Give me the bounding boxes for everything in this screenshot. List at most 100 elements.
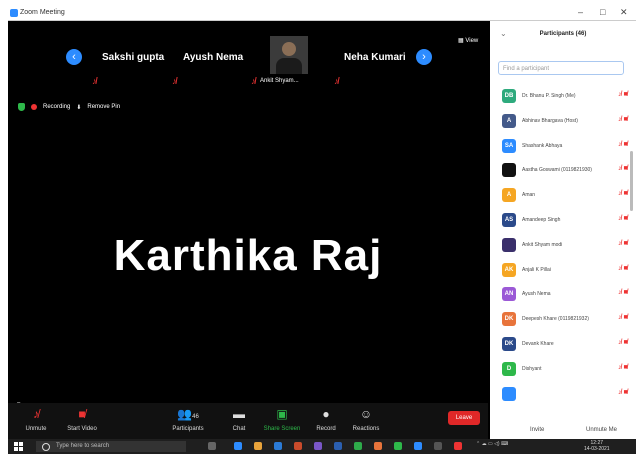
close-button[interactable]: ✕ — [620, 7, 628, 18]
teams-icon[interactable] — [314, 442, 322, 450]
unmute-label: Unmute — [25, 426, 47, 432]
search-participant-input[interactable]: Find a participant — [498, 61, 624, 75]
muted-mic-icon: ♪̸ — [334, 76, 339, 86]
participant-row[interactable]: DB Dr. Bhanu P. Singh (Me) ♪̸ ■̸ — [490, 85, 636, 110]
invite-button[interactable]: Invite — [530, 427, 544, 433]
muted-mic-icon: ♪̸ ■̸ — [618, 314, 628, 322]
chrome-icon[interactable] — [354, 442, 362, 450]
minimize-button[interactable]: – — [578, 7, 583, 17]
app-icon[interactable] — [394, 442, 402, 450]
windows-start-icon[interactable] — [14, 442, 23, 451]
avatar: AN — [502, 287, 516, 302]
panel-title: Participants (46) — [539, 31, 587, 37]
participant-row[interactable]: AN Ayush Nema ♪̸ ■̸ — [490, 283, 636, 308]
remove-pin-button[interactable]: Remove Pin — [87, 104, 120, 110]
participant-row[interactable]: Aastha Goswami (0119821930) ♪̸ ■̸ — [490, 159, 636, 184]
office-icon[interactable] — [294, 442, 302, 450]
participant-name: Ayush Nema — [522, 291, 551, 298]
share-screen-label: Share Screen — [263, 426, 301, 432]
maximize-button[interactable]: □ — [600, 7, 605, 17]
avatar: AS — [502, 212, 516, 227]
muted-mic-icon: ♪̸ ■̸ — [618, 140, 628, 148]
reactions-icon: ☺ — [359, 407, 373, 421]
muted-mic-icon: ♪̸ ■̸ — [618, 190, 628, 198]
task-view-icon[interactable] — [208, 442, 216, 450]
muted-mic-icon: ♪̸ — [172, 76, 177, 86]
file-explorer-icon[interactable] — [254, 442, 262, 450]
word-icon[interactable] — [334, 442, 342, 450]
active-speaker-name: Karthika Raj — [113, 231, 383, 280]
muted-mic-icon: ♪̸ ■̸ — [618, 363, 628, 371]
view-label: View — [465, 38, 479, 44]
recording-label: Recording — [43, 104, 71, 110]
gallery-name-3: Neha Kumari — [344, 52, 406, 63]
participant-row[interactable]: AK Anjali K Pillai ♪̸ ■̸ — [490, 259, 636, 284]
muted-mic-icon: ♪̸ ■̸ — [618, 91, 628, 98]
leave-button[interactable]: Leave — [448, 411, 480, 425]
participant-name: Abhinav Bhargava (Host) — [522, 117, 578, 124]
taskbar-clock[interactable]: 12:27 14-03-2021 — [584, 440, 610, 452]
participant-row[interactable]: Ankit Shyam modi ♪̸ ■̸ — [490, 234, 636, 259]
start-video-label: Start Video — [67, 426, 97, 432]
zoom-app-icon[interactable] — [414, 442, 422, 450]
app-icon[interactable] — [434, 442, 442, 450]
store-icon[interactable] — [274, 442, 282, 450]
record-icon: ● — [322, 407, 330, 421]
participant-name: Dishyant — [522, 365, 542, 372]
avatar: D — [502, 361, 516, 376]
app-icon[interactable] — [454, 442, 462, 450]
participant-row[interactable]: DK Devank Khare ♪̸ ■̸ — [490, 333, 636, 358]
zoom-window: Zoom Meeting – □ ✕ ‹ Sakshi gupta ♪̸ Ayu… — [8, 7, 636, 454]
meeting-toolbar: ♪̸ Unmute ■̸ Start Video 👥46 Participant… — [8, 403, 488, 439]
participant-row[interactable]: ♪̸ ■̸ — [490, 383, 636, 408]
reactions-label: Reactions — [352, 426, 380, 432]
muted-mic-icon: ♪̸ ■̸ — [618, 388, 628, 396]
muted-mic-icon: ♪̸ — [92, 76, 97, 86]
participants-label: Participants — [172, 426, 204, 432]
participant-row[interactable]: A Abhinav Bhargava (Host) ♪̸ ■̸ — [490, 110, 636, 135]
taskbar-search-input[interactable]: Type here to search — [36, 441, 186, 452]
unmute-me-button[interactable]: Unmute Me — [586, 427, 617, 433]
reactions-button[interactable]: ☺ Reactions — [350, 407, 382, 432]
avatar: A — [502, 113, 516, 128]
participant-row[interactable]: AS Amandeep Singh ♪̸ ■̸ — [490, 209, 636, 234]
shield-icon — [18, 103, 25, 111]
avatar: SA — [502, 138, 516, 153]
gallery-name-2: Ayush Nema — [183, 52, 244, 63]
share-screen-icon: ▣ — [276, 407, 288, 421]
avatar — [502, 386, 516, 401]
chat-button[interactable]: ▬ Chat — [228, 407, 250, 432]
start-video-button[interactable]: ■̸ Start Video — [62, 407, 102, 432]
muted-mic-icon: ♪̸ ■̸ — [618, 115, 628, 123]
participant-row[interactable]: SA Shashank Abhaya ♪̸ ■̸ — [490, 135, 636, 160]
participant-name: Amandeep Singh — [522, 216, 561, 223]
system-tray[interactable]: ⌃ ☁ ▭ ◁) ⌨ — [476, 441, 508, 447]
search-icon — [42, 443, 50, 451]
participants-button[interactable]: 👥46 Participants — [168, 407, 208, 432]
next-page-button[interactable]: › — [416, 49, 432, 65]
pin-icon: ⬇ — [76, 104, 82, 111]
edge-icon[interactable] — [234, 442, 242, 450]
participant-row[interactable]: DK Deepesh Khare (0119821932) ♪̸ ■̸ — [490, 308, 636, 333]
avatar: AK — [502, 262, 516, 277]
avatar: A — [502, 188, 516, 203]
zoom-logo-icon — [10, 9, 18, 17]
scrollbar[interactable] — [630, 151, 633, 211]
gallery-name-1: Sakshi gupta — [102, 52, 165, 63]
muted-mic-icon: ♪̸ ■̸ — [618, 338, 628, 346]
participant-name: Devank Khare — [522, 340, 554, 347]
firefox-icon[interactable] — [374, 442, 382, 450]
participant-name: Ankit Shyam modi — [522, 241, 563, 248]
view-button[interactable]: ▦ View — [458, 37, 478, 44]
muted-mic-icon: ♪̸ ■̸ — [618, 165, 628, 173]
participant-name: Dr. Bhanu P. Singh (Me) — [522, 93, 576, 99]
prev-page-button[interactable]: ‹ — [66, 49, 82, 65]
participant-video-thumbnail[interactable] — [270, 36, 308, 74]
unmute-button[interactable]: ♪̸ Unmute — [22, 407, 50, 432]
participant-row[interactable]: D Dishyant ♪̸ ■̸ — [490, 358, 636, 383]
participant-row[interactable]: A Aman ♪̸ ■̸ — [490, 184, 636, 209]
share-screen-button[interactable]: ▣ Share Screen — [262, 407, 302, 432]
record-button[interactable]: ● Record — [314, 407, 338, 432]
muted-mic-icon: ♪̸ — [251, 76, 256, 86]
avatar — [502, 163, 516, 178]
